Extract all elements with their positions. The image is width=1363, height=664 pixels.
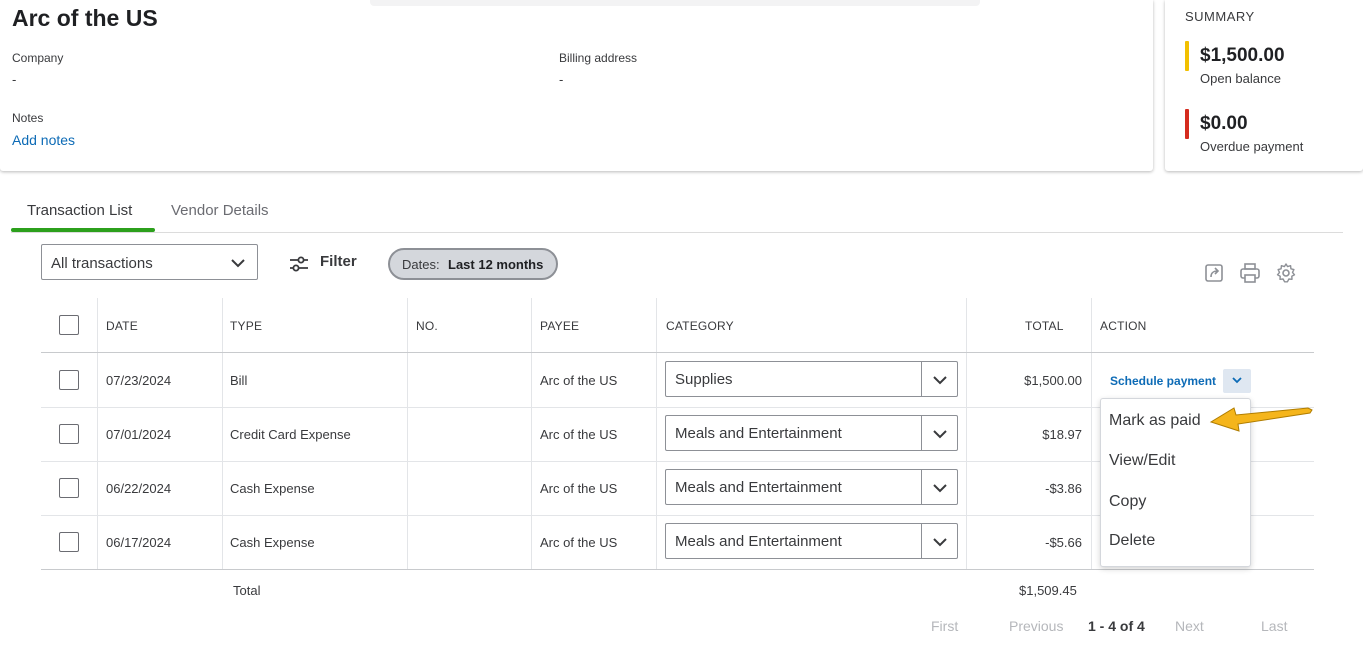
row-category-value: Meals and Entertainment xyxy=(675,425,842,442)
row-total: $1,500.00 xyxy=(1024,373,1082,388)
header-payee[interactable]: PAYEE xyxy=(540,319,579,333)
company-value: - xyxy=(12,72,17,87)
export-icon[interactable] xyxy=(1203,262,1225,284)
column-divider xyxy=(97,298,98,569)
row-checkbox[interactable] xyxy=(59,478,79,498)
pager-range: 1 - 4 of 4 xyxy=(1088,618,1145,634)
column-divider xyxy=(656,298,657,569)
billing-address-label: Billing address xyxy=(559,51,638,65)
row-type: Credit Card Expense xyxy=(230,427,351,442)
settings-gear-icon[interactable] xyxy=(1275,262,1297,284)
transaction-type-select[interactable]: All transactions xyxy=(41,244,258,280)
chevron-down-icon xyxy=(933,430,947,439)
chevron-down-icon xyxy=(231,259,245,268)
vendor-info-card: Arc of the US Company - Billing address … xyxy=(0,0,1153,171)
column-divider xyxy=(1091,298,1092,569)
header-no[interactable]: NO. xyxy=(416,319,438,333)
column-divider xyxy=(407,298,408,569)
header-category[interactable]: CATEGORY xyxy=(666,319,734,333)
schedule-payment-link[interactable]: Schedule payment xyxy=(1110,374,1216,388)
select-divider xyxy=(921,524,922,558)
transaction-type-value: All transactions xyxy=(51,255,153,272)
dates-filter-chip[interactable]: Dates: Last 12 months xyxy=(388,248,558,280)
header-total[interactable]: TOTAL xyxy=(1025,319,1064,333)
chevron-down-icon xyxy=(1232,377,1242,384)
billing-address-value: - xyxy=(559,72,564,87)
column-divider xyxy=(222,298,223,569)
menu-item-delete[interactable]: Delete xyxy=(1109,532,1155,550)
menu-item-copy[interactable]: Copy xyxy=(1109,493,1146,511)
header-date[interactable]: DATE xyxy=(106,319,138,333)
row-category-select[interactable]: Meals and Entertainment xyxy=(665,469,958,505)
row-total: $18.97 xyxy=(1042,427,1082,442)
row-type: Cash Expense xyxy=(230,535,315,550)
filter-label: Filter xyxy=(320,253,357,270)
pager-previous[interactable]: Previous xyxy=(1009,618,1063,634)
row-category-select[interactable]: Supplies xyxy=(665,361,958,397)
row-total: -$3.86 xyxy=(1045,481,1082,496)
row-date: 06/22/2024 xyxy=(106,481,172,496)
chevron-down-icon xyxy=(933,538,947,547)
row-category-select[interactable]: Meals and Entertainment xyxy=(665,523,958,559)
summary-title: SUMMARY xyxy=(1185,9,1255,24)
row-category-value: Supplies xyxy=(675,371,733,388)
row-checkbox[interactable] xyxy=(59,370,79,390)
chevron-down-icon xyxy=(933,484,947,493)
row-checkbox[interactable] xyxy=(59,424,79,444)
dates-prefix: Dates: xyxy=(402,257,440,272)
total-value: $1,509.45 xyxy=(1019,583,1077,598)
tab-vendor-details[interactable]: Vendor Details xyxy=(171,202,269,219)
row-category-select[interactable]: Meals and Entertainment xyxy=(665,415,958,451)
row-payee: Arc of the US xyxy=(540,373,618,388)
summary-card: SUMMARY $1,500.00 Open balance $0.00 Ove… xyxy=(1165,0,1363,171)
pager-first[interactable]: First xyxy=(931,618,958,634)
pager-last[interactable]: Last xyxy=(1261,618,1287,634)
row-checkbox[interactable] xyxy=(59,532,79,552)
dates-value: Last 12 months xyxy=(448,257,544,272)
row-date: 07/23/2024 xyxy=(106,373,172,388)
top-strip xyxy=(370,0,980,6)
overdue-payment-indicator xyxy=(1185,109,1189,139)
row-payee: Arc of the US xyxy=(540,427,618,442)
active-tab-indicator xyxy=(11,228,155,232)
total-label: Total xyxy=(233,583,261,598)
row-category-value: Meals and Entertainment xyxy=(675,479,842,496)
menu-item-view-edit[interactable]: View/Edit xyxy=(1109,452,1175,470)
vendor-name: Arc of the US xyxy=(12,5,158,31)
row-payee: Arc of the US xyxy=(540,481,618,496)
select-all-checkbox[interactable] xyxy=(59,315,79,335)
chevron-down-icon xyxy=(933,376,947,385)
overdue-payment-amount: $0.00 xyxy=(1200,113,1248,134)
row-type: Cash Expense xyxy=(230,481,315,496)
header-type[interactable]: TYPE xyxy=(230,319,262,333)
company-label: Company xyxy=(12,51,64,65)
pager-next[interactable]: Next xyxy=(1175,618,1204,634)
header-action: ACTION xyxy=(1100,319,1147,333)
row-category-value: Meals and Entertainment xyxy=(675,533,842,550)
row-type: Bill xyxy=(230,373,248,388)
row-date: 06/17/2024 xyxy=(106,535,172,550)
print-icon[interactable] xyxy=(1239,262,1261,284)
header-divider xyxy=(41,352,1314,353)
overdue-payment-label: Overdue payment xyxy=(1200,139,1304,154)
action-dropdown-button[interactable] xyxy=(1223,369,1251,393)
column-divider xyxy=(531,298,532,569)
menu-item-mark-as-paid[interactable]: Mark as paid xyxy=(1109,412,1201,430)
open-balance-amount: $1,500.00 xyxy=(1200,45,1285,66)
select-divider xyxy=(921,416,922,450)
row-total: -$5.66 xyxy=(1045,535,1082,550)
tabs-divider xyxy=(11,232,1343,233)
filter-sliders-icon xyxy=(290,256,308,272)
table-footer-divider xyxy=(41,569,1314,570)
tab-transaction-list[interactable]: Transaction List xyxy=(27,202,132,219)
row-date: 07/01/2024 xyxy=(106,427,172,442)
select-divider xyxy=(921,362,922,396)
open-balance-label: Open balance xyxy=(1200,71,1281,86)
open-balance-indicator xyxy=(1185,41,1189,71)
add-notes-link[interactable]: Add notes xyxy=(12,132,75,148)
row-payee: Arc of the US xyxy=(540,535,618,550)
notes-label: Notes xyxy=(12,111,44,125)
select-divider xyxy=(921,470,922,504)
callout-arrow-icon xyxy=(1209,407,1313,432)
